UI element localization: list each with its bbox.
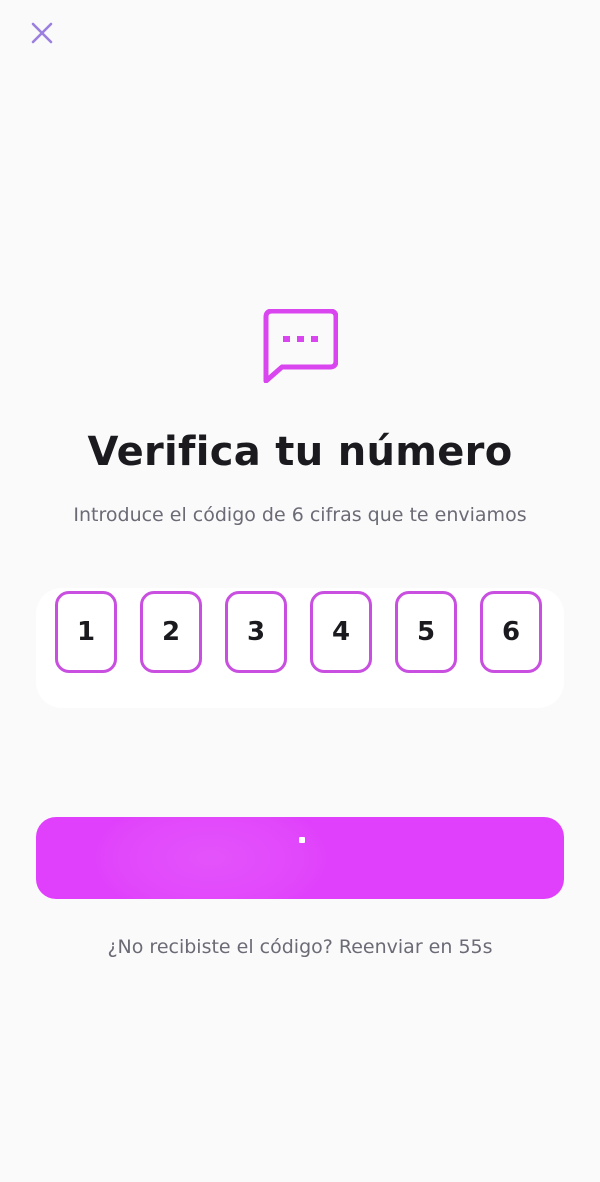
code-input-card: 1 2 3 4 5 6 <box>36 588 564 708</box>
verification-screen: Verifica tu número Introduce el código d… <box>0 0 600 1182</box>
message-dots-icon <box>263 309 338 383</box>
code-digit-input-2[interactable]: 2 <box>140 591 202 673</box>
code-digit-input-3[interactable]: 3 <box>225 591 287 673</box>
close-icon <box>31 22 53 44</box>
code-digit-input-6[interactable]: 6 <box>480 591 542 673</box>
page-title: Verifica tu número <box>87 429 513 475</box>
code-digit-input-1[interactable]: 1 <box>55 591 117 673</box>
close-button[interactable] <box>26 17 58 49</box>
verify-button[interactable] <box>36 817 564 899</box>
loading-spinner-icon <box>299 837 305 843</box>
code-digit-input-4[interactable]: 4 <box>310 591 372 673</box>
button-ripple <box>96 817 326 899</box>
resend-prompt: ¿No recibiste el código? <box>107 936 333 958</box>
resend-link[interactable]: Reenviar en 55s <box>339 936 493 958</box>
code-digit-input-5[interactable]: 5 <box>395 591 457 673</box>
page-subtitle: Introduce el código de 6 cifras que te e… <box>73 504 527 526</box>
resend-row: ¿No recibiste el código? Reenviar en 55s <box>0 934 600 960</box>
